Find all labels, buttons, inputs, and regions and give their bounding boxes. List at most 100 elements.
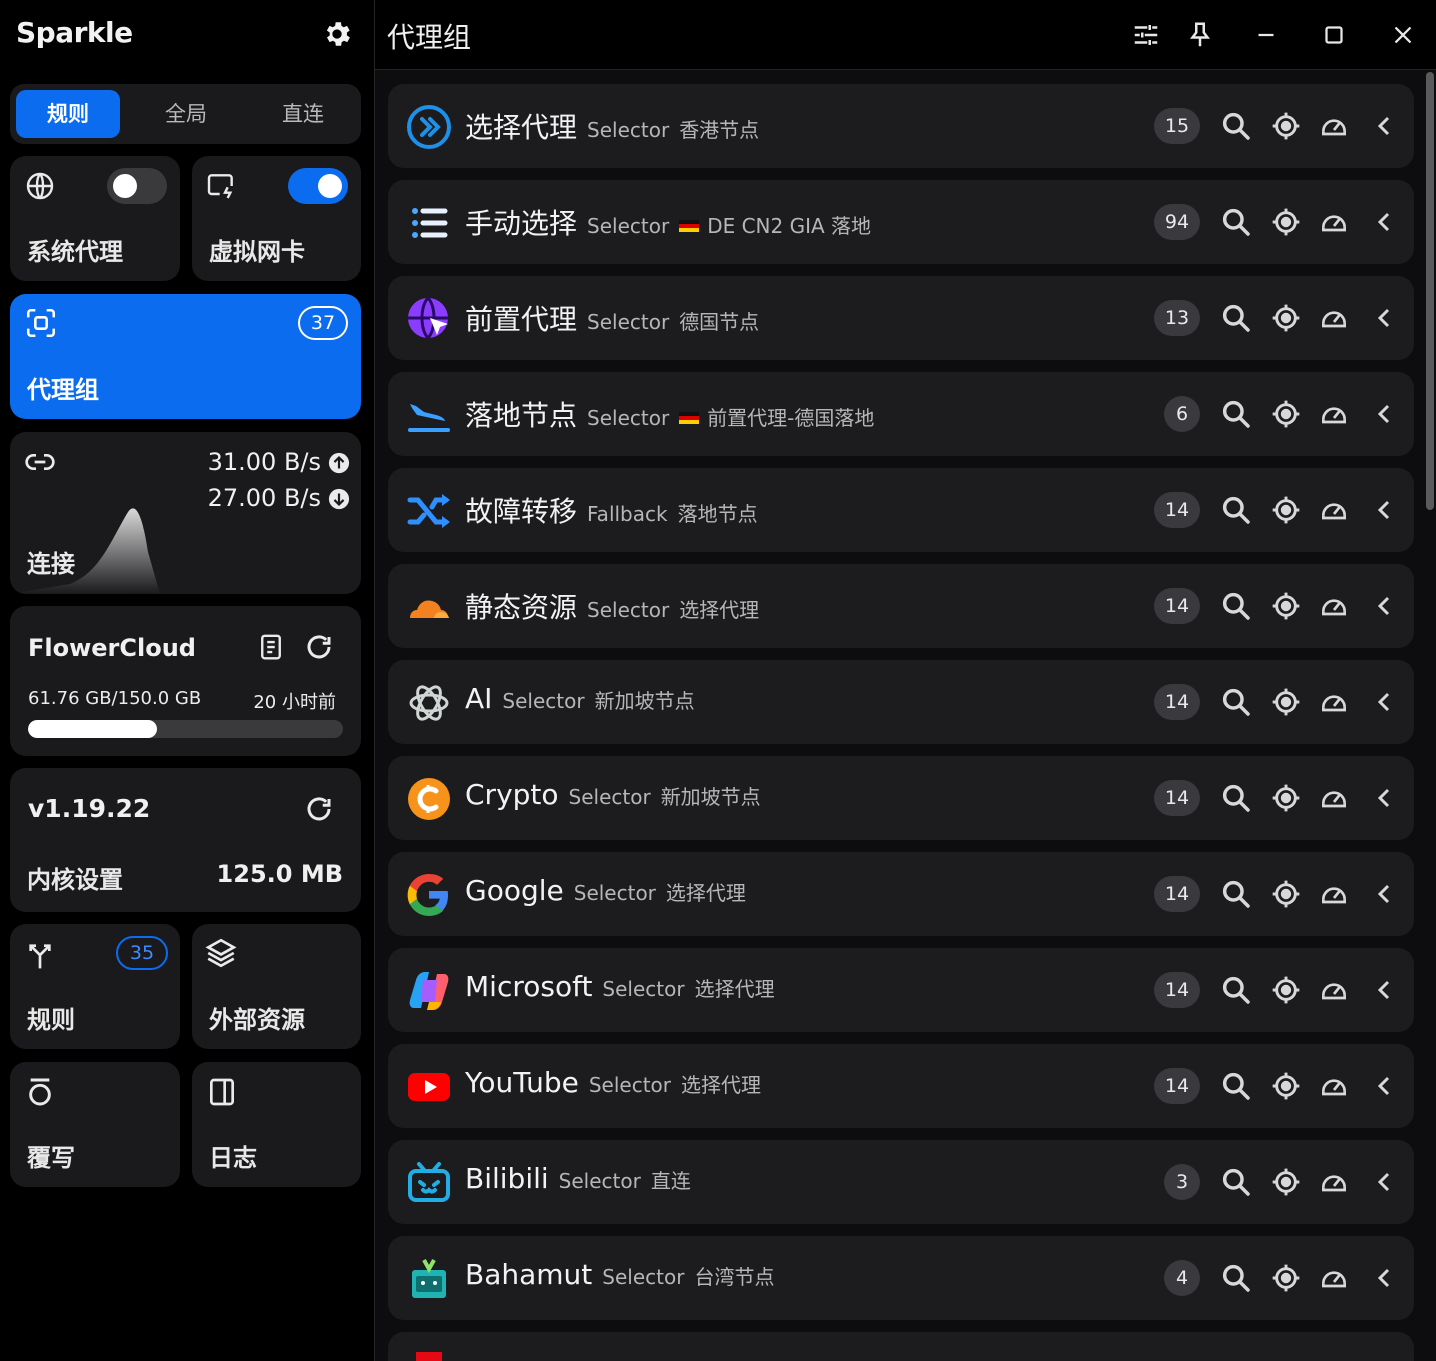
speedtest-icon[interactable] bbox=[1318, 302, 1350, 334]
document-icon[interactable] bbox=[256, 632, 286, 662]
speedtest-icon[interactable] bbox=[1318, 1070, 1350, 1102]
locate-icon[interactable] bbox=[1270, 590, 1302, 622]
speedtest-icon[interactable] bbox=[1318, 110, 1350, 142]
system-proxy-card[interactable]: 系统代理 bbox=[10, 156, 180, 281]
locate-icon[interactable] bbox=[1270, 302, 1302, 334]
speedtest-icon[interactable] bbox=[1318, 398, 1350, 430]
speedtest-icon[interactable] bbox=[1318, 782, 1350, 814]
speedtest-icon[interactable] bbox=[1318, 878, 1350, 910]
gear-icon[interactable] bbox=[321, 18, 353, 50]
group-current-node: 香港节点 bbox=[679, 118, 759, 142]
proxy-group-row[interactable]: Microsoft Selector 选择代理 14 bbox=[388, 948, 1414, 1032]
speedtest-icon[interactable] bbox=[1318, 1166, 1350, 1198]
proxy-group-row[interactable]: 落地节点 Selector 前置代理-德国落地 6 bbox=[388, 372, 1414, 456]
connections-card[interactable]: 31.00 B/s 27.00 B/s 连接 bbox=[10, 432, 361, 594]
close-icon[interactable] bbox=[1388, 20, 1418, 50]
locate-icon[interactable] bbox=[1270, 1166, 1302, 1198]
search-icon[interactable] bbox=[1220, 590, 1252, 622]
group-type: Selector bbox=[558, 1169, 641, 1193]
search-icon[interactable] bbox=[1220, 494, 1252, 526]
node-count-badge: 14 bbox=[1154, 1068, 1200, 1104]
proxy-group-row[interactable]: 手动选择 Selector DE CN2 GIA 落地 94 bbox=[388, 180, 1414, 264]
proxy-group-row[interactable]: AI Selector 新加坡节点 14 bbox=[388, 660, 1414, 744]
refresh-icon[interactable] bbox=[304, 794, 334, 824]
speedtest-icon[interactable] bbox=[1318, 1262, 1350, 1294]
chevron-left-icon[interactable] bbox=[1368, 1070, 1400, 1102]
proxy-group-row[interactable]: Bahamut Selector 台湾节点 4 bbox=[388, 1236, 1414, 1320]
mode-tab-rule[interactable]: 规则 bbox=[16, 90, 120, 138]
group-current-node: DE CN2 GIA 落地 bbox=[679, 214, 871, 238]
rules-card[interactable]: 35 规则 bbox=[10, 924, 180, 1049]
resources-card[interactable]: 外部资源 bbox=[192, 924, 361, 1049]
proxy-group-row[interactable]: 选择代理 Selector 香港节点 15 bbox=[388, 84, 1414, 168]
scrollbar-thumb[interactable] bbox=[1426, 72, 1434, 510]
group-title: 静态资源 Selector 选择代理 bbox=[465, 586, 759, 626]
mode-tab-global[interactable]: 全局 bbox=[134, 90, 238, 138]
core-memory: 125.0 MB bbox=[216, 860, 343, 888]
proxy-group-row[interactable]: 前置代理 Selector 德国节点 13 bbox=[388, 276, 1414, 360]
locate-icon[interactable] bbox=[1270, 782, 1302, 814]
mode-tab-direct[interactable]: 直连 bbox=[251, 90, 355, 138]
tun-toggle[interactable] bbox=[288, 168, 348, 204]
chevron-left-icon[interactable] bbox=[1368, 1166, 1400, 1198]
core-card[interactable]: v1.19.22 内核设置 125.0 MB bbox=[10, 768, 361, 912]
search-icon[interactable] bbox=[1220, 110, 1252, 142]
minimize-icon[interactable] bbox=[1251, 20, 1281, 50]
locate-icon[interactable] bbox=[1270, 206, 1302, 238]
search-icon[interactable] bbox=[1220, 878, 1252, 910]
speedtest-icon[interactable] bbox=[1318, 590, 1350, 622]
speedtest-icon[interactable] bbox=[1318, 494, 1350, 526]
pin-icon[interactable] bbox=[1185, 20, 1215, 50]
chevron-left-icon[interactable] bbox=[1368, 878, 1400, 910]
system-proxy-toggle[interactable] bbox=[107, 168, 167, 204]
locate-icon[interactable] bbox=[1270, 878, 1302, 910]
proxy-group-row[interactable]: YouTube Selector 选择代理 14 bbox=[388, 1044, 1414, 1128]
proxy-group-row[interactable]: Bilibili Selector 直连 3 bbox=[388, 1140, 1414, 1224]
maximize-icon[interactable] bbox=[1319, 20, 1349, 50]
sliders-icon[interactable] bbox=[1131, 20, 1161, 50]
speedtest-icon[interactable] bbox=[1318, 206, 1350, 238]
search-icon[interactable] bbox=[1220, 686, 1252, 718]
search-icon[interactable] bbox=[1220, 398, 1252, 430]
locate-icon[interactable] bbox=[1270, 494, 1302, 526]
chevron-left-icon[interactable] bbox=[1368, 782, 1400, 814]
locate-icon[interactable] bbox=[1270, 398, 1302, 430]
chevron-left-icon[interactable] bbox=[1368, 494, 1400, 526]
chevron-left-icon[interactable] bbox=[1368, 1262, 1400, 1294]
proxy-groups-card[interactable]: 37 代理组 bbox=[10, 294, 361, 419]
proxy-group-row[interactable]: 静态资源 Selector 选择代理 14 bbox=[388, 564, 1414, 648]
tun-card[interactable]: 虚拟网卡 bbox=[192, 156, 361, 281]
chevron-left-icon[interactable] bbox=[1368, 590, 1400, 622]
locate-icon[interactable] bbox=[1270, 110, 1302, 142]
locate-icon[interactable] bbox=[1270, 1070, 1302, 1102]
download-speed: 27.00 B/s bbox=[207, 484, 321, 512]
speedtest-icon[interactable] bbox=[1318, 974, 1350, 1006]
proxy-group-row[interactable]: Google Selector 选择代理 14 bbox=[388, 852, 1414, 936]
chevron-left-icon[interactable] bbox=[1368, 206, 1400, 238]
proxy-group-row[interactable]: Crypto Selector 新加坡节点 14 bbox=[388, 756, 1414, 840]
speedtest-icon[interactable] bbox=[1318, 686, 1350, 718]
search-icon[interactable] bbox=[1220, 302, 1252, 334]
chevron-left-icon[interactable] bbox=[1368, 302, 1400, 334]
locate-icon[interactable] bbox=[1270, 686, 1302, 718]
chevron-left-icon[interactable] bbox=[1368, 974, 1400, 1006]
chevron-left-icon[interactable] bbox=[1368, 110, 1400, 142]
search-icon[interactable] bbox=[1220, 1262, 1252, 1294]
group-type: Selector bbox=[568, 785, 651, 809]
chevron-left-icon[interactable] bbox=[1368, 686, 1400, 718]
search-icon[interactable] bbox=[1220, 974, 1252, 1006]
search-icon[interactable] bbox=[1220, 782, 1252, 814]
search-icon[interactable] bbox=[1220, 206, 1252, 238]
search-icon[interactable] bbox=[1220, 1070, 1252, 1102]
subscription-card[interactable]: FlowerCloud 61.76 GB/150.0 GB 20 小时前 bbox=[10, 606, 361, 756]
refresh-icon[interactable] bbox=[304, 632, 334, 662]
override-card[interactable]: 覆写 bbox=[10, 1062, 180, 1187]
search-icon[interactable] bbox=[1220, 1166, 1252, 1198]
current-node-label: 德国节点 bbox=[679, 310, 760, 334]
chevron-left-icon[interactable] bbox=[1368, 398, 1400, 430]
locate-icon[interactable] bbox=[1270, 1262, 1302, 1294]
logs-card[interactable]: 日志 bbox=[192, 1062, 361, 1187]
locate-icon[interactable] bbox=[1270, 974, 1302, 1006]
proxy-group-row[interactable] bbox=[388, 1332, 1414, 1361]
proxy-group-row[interactable]: 故障转移 Fallback 落地节点 14 bbox=[388, 468, 1414, 552]
